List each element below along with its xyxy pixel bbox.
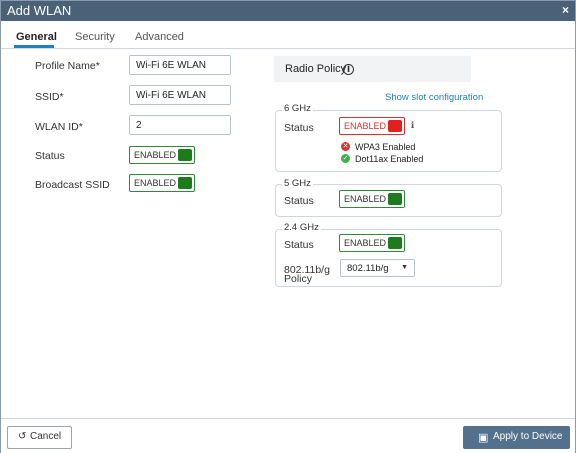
toggle-knob: [388, 193, 402, 205]
ssid-label: SSID*: [35, 91, 64, 103]
wlan-id-input[interactable]: [129, 115, 231, 135]
profile-name-label: Profile Name*: [35, 60, 100, 72]
wpa3-check-text: WPA3 Enabled: [355, 142, 416, 152]
close-icon[interactable]: ×: [562, 3, 569, 17]
toggle-knob: [388, 237, 402, 249]
radio-policy-title: Radio Policy: [285, 63, 347, 75]
profile-name-input[interactable]: [129, 55, 231, 75]
band-5ghz-status-label: Status: [284, 195, 314, 207]
band-5ghz-toggle-text: ENABLED: [344, 194, 387, 204]
band-6ghz-legend: 6 GHz: [282, 103, 313, 114]
toggle-knob: [178, 177, 192, 189]
show-slot-configuration-link[interactable]: Show slot configuration: [385, 92, 483, 103]
wlan-id-label: WLAN ID*: [35, 121, 83, 133]
dialog-footer: ↺ Cancel ▣ Apply to Device: [1, 418, 575, 453]
toggle-knob: [388, 120, 402, 132]
cancel-button[interactable]: ↺ Cancel: [7, 426, 72, 449]
band-24ghz-toggle-text: ENABLED: [344, 238, 387, 248]
tab-security[interactable]: Security: [75, 31, 115, 43]
policy-select-value: 802.11b/g: [347, 263, 389, 274]
info-icon[interactable]: i: [343, 64, 354, 75]
status-toggle-text: ENABLED: [134, 150, 177, 160]
ssid-input[interactable]: [129, 85, 231, 105]
tab-advanced[interactable]: Advanced: [135, 31, 184, 43]
cancel-button-label: Cancel: [30, 431, 62, 442]
dot11ax-check-text: Dot11ax Enabled: [355, 154, 424, 164]
tab-general[interactable]: General: [16, 31, 57, 43]
band-5ghz-status-toggle[interactable]: ENABLED: [339, 190, 405, 208]
apply-to-device-button[interactable]: ▣ Apply to Device: [463, 426, 570, 449]
band-24ghz-status-label: Status: [284, 239, 314, 251]
dialog-titlebar: Add WLAN ×: [1, 1, 575, 21]
broadcast-ssid-label: Broadcast SSID: [35, 179, 110, 191]
band-6ghz-toggle-text: ENABLED: [344, 121, 387, 131]
policy-label-line2: Policy: [284, 273, 313, 285]
band-24ghz-status-toggle[interactable]: ENABLED: [339, 234, 405, 252]
broadcast-ssid-toggle[interactable]: ENABLED: [129, 174, 195, 192]
warning-info-icon[interactable]: ℹ: [408, 121, 417, 130]
active-tab-indicator: [14, 45, 54, 48]
band-6ghz-status-toggle[interactable]: ENABLED: [339, 117, 405, 135]
chevron-down-icon: ▼: [401, 264, 408, 271]
band-6ghz-status-label: Status: [284, 122, 314, 134]
toggle-knob: [178, 149, 192, 161]
status-toggle[interactable]: ENABLED: [129, 146, 195, 164]
band-24ghz-legend: 2.4 GHz: [282, 222, 321, 233]
band-5ghz-legend: 5 GHz: [282, 178, 313, 189]
check-icon: ✓: [341, 154, 350, 163]
add-wlan-dialog: Add WLAN × General Security Advanced Pro…: [0, 0, 576, 453]
error-icon: ✕: [341, 142, 350, 151]
tab-bar: General Security Advanced: [1, 28, 575, 49]
broadcast-ssid-toggle-text: ENABLED: [134, 178, 177, 188]
apply-button-label: Apply to Device: [493, 431, 563, 442]
undo-icon: ↺: [18, 431, 27, 442]
save-icon: ▣: [478, 432, 489, 444]
radio-policy-header: Radio Policy i: [274, 56, 471, 82]
status-label: Status: [35, 150, 65, 162]
policy-select[interactable]: 802.11b/g ▼: [340, 259, 415, 277]
dialog-title: Add WLAN: [7, 3, 72, 18]
